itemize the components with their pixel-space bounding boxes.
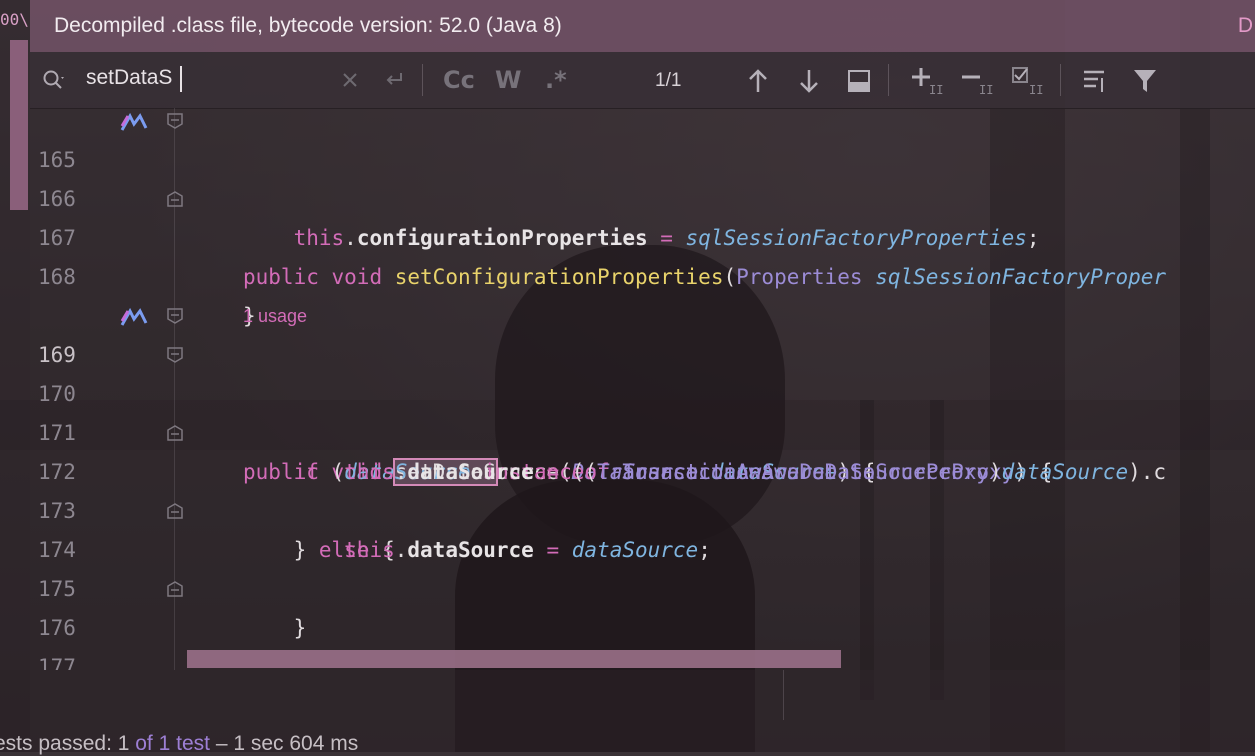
fold-end-icon[interactable]: [166, 502, 184, 520]
banner-text: Decompiled .class file, bytecode version…: [54, 14, 562, 37]
horizontal-scrollbar-thumb[interactable]: [187, 650, 841, 668]
search-icon[interactable]: [42, 68, 66, 92]
code-line: 166 this.configurationProperties = sqlSe…: [30, 141, 1255, 250]
code-line: 169 public void setDataSource(DataSource…: [30, 297, 1255, 486]
code-line: 170 if (dataSource instanceof Transactio…: [30, 336, 1255, 484]
code-line: 167 }: [30, 180, 1255, 328]
words-toggle[interactable]: W: [495, 66, 521, 94]
fold-end-icon[interactable]: [166, 580, 184, 598]
fold-end-icon[interactable]: [166, 424, 184, 442]
line-number: 177: [38, 655, 76, 670]
regex-toggle[interactable]: .*: [545, 66, 567, 94]
svg-text:II: II: [979, 83, 993, 96]
implementation-marker-icon[interactable]: [120, 307, 150, 327]
match-case-toggle[interactable]: Cc: [443, 66, 475, 94]
window-icon[interactable]: [847, 69, 871, 93]
select-all-occurrences-icon[interactable]: II: [1011, 66, 1045, 96]
code-line: 174 }: [30, 492, 1255, 640]
code-line: 165 public void setConfigurationProperti…: [30, 108, 1255, 289]
implementation-marker-icon[interactable]: [120, 112, 150, 132]
fold-marker-icon[interactable]: [166, 112, 184, 130]
svg-text:II: II: [1029, 83, 1043, 96]
clear-icon[interactable]: [342, 72, 358, 88]
code-line: 171 this.dataSource = ((TransactionAware…: [30, 375, 1255, 484]
run-panel: ests passed: 1 of 1 test – 1 sec 604 ms: [0, 670, 1255, 755]
find-bar: Cc W .* 1/1 II II II: [30, 52, 1255, 109]
code-line: 173 this.dataSource = dataSource;: [30, 453, 1255, 562]
fold-end-icon[interactable]: [166, 190, 184, 208]
code-line: 172 } else {: [30, 414, 1255, 562]
match-count: 1/1: [655, 70, 682, 91]
arrow-up-icon[interactable]: [746, 68, 770, 94]
code-editor[interactable]: 165 public void setConfigurationProperti…: [30, 108, 1255, 670]
code-line: 175: [30, 531, 1255, 601]
newline-icon[interactable]: [382, 68, 406, 92]
search-input[interactable]: [86, 66, 306, 90]
decompiled-banner: Decompiled .class file, bytecode version…: [30, 0, 1255, 52]
test-status: ests passed: 1 of 1 test – 1 sec 604 ms: [0, 732, 359, 755]
usage-hint-line: 1 usage: [30, 258, 1255, 326]
filter-icon[interactable]: [1132, 68, 1158, 94]
add-occurrence-icon[interactable]: II: [911, 66, 943, 96]
fold-marker-icon[interactable]: [166, 307, 184, 325]
arrow-down-icon[interactable]: [797, 68, 821, 94]
svg-text:II: II: [929, 83, 943, 96]
text-caret: [180, 66, 182, 92]
fold-marker-icon[interactable]: [166, 346, 184, 364]
filter-lines-icon[interactable]: [1082, 68, 1108, 94]
remove-occurrence-icon[interactable]: II: [961, 66, 993, 96]
side-scrollbar-thumb[interactable]: [10, 40, 28, 210]
code-line: 176 }: [30, 570, 1255, 640]
banner-right-text[interactable]: D: [1238, 14, 1253, 38]
code-line: 168: [30, 219, 1255, 289]
left-side-panel: 00\: [0, 0, 30, 752]
side-panel-label: 00\: [0, 10, 29, 29]
code-line: 177: [30, 609, 1255, 670]
